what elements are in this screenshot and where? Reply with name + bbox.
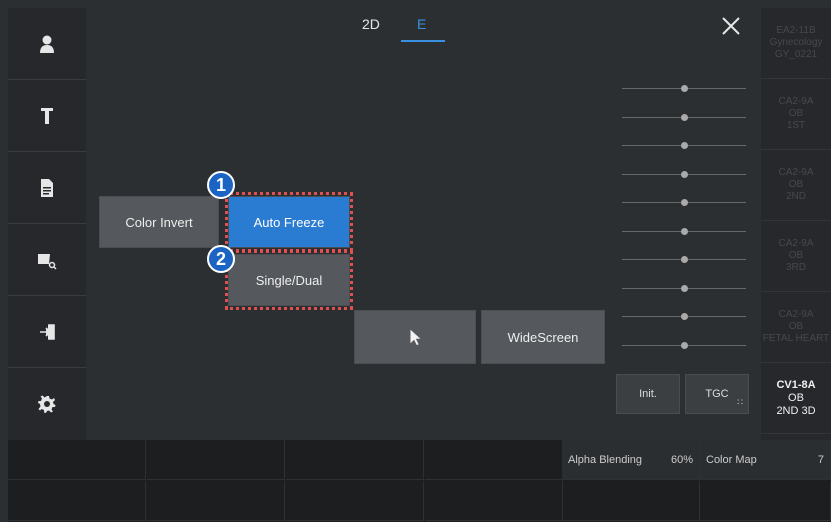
sidebar-image-search-button[interactable] — [8, 224, 86, 296]
preset-line3: 3RD — [785, 262, 806, 273]
preset-line1: CV1-8A — [776, 378, 816, 391]
sidebar-probe-button[interactable] — [8, 80, 86, 152]
tgc-slider-knob[interactable] — [680, 313, 688, 320]
callout-badge-1: 1 — [207, 171, 235, 199]
bottom-bar: Alpha Blending 60% Color Map 7 — [8, 440, 831, 522]
tab-e[interactable]: E — [417, 16, 426, 32]
main-panel: 2D E Color Invert Auto Freeze Single/Dua… — [87, 8, 760, 440]
color-invert-button[interactable]: Color Invert — [99, 196, 219, 248]
tgc-slider-knob[interactable] — [680, 142, 688, 149]
probe-icon — [41, 107, 53, 124]
sidebar-exit-button[interactable] — [8, 296, 86, 368]
preset-line3: GY_0221 — [774, 49, 818, 60]
preset-list: EA2-11B Gynecology GY_0221 CA2-9A OB 1ST CA2-9… — [761, 8, 831, 440]
preset-line3: 2ND 3D — [776, 404, 816, 417]
left-sidebar — [8, 8, 86, 440]
grip-icon: ∷ — [737, 397, 743, 407]
tab-2d[interactable]: 2D — [362, 16, 380, 32]
color-map-label: Color Map — [706, 454, 757, 466]
close-icon — [722, 17, 740, 35]
preset-item[interactable]: CA2-9A OB 1ST — [761, 79, 831, 150]
bottom-cell[interactable] — [147, 481, 285, 521]
bottom-cell[interactable] — [286, 481, 424, 521]
preset-line3: 1ST — [786, 120, 806, 131]
preset-line2: OB — [788, 321, 804, 332]
image-search-icon — [38, 253, 57, 270]
preset-line2: OB — [788, 179, 804, 190]
preset-line1: CA2-9A — [778, 309, 814, 320]
preset-item[interactable]: CA2-9A OB 2ND — [761, 150, 831, 221]
exit-icon — [40, 323, 55, 340]
alpha-blending-value: 60% — [670, 454, 693, 466]
tgc-slider-knob[interactable] — [680, 113, 688, 121]
bottom-cell[interactable] — [286, 440, 424, 480]
bottom-cell[interactable] — [8, 481, 146, 521]
preset-line1: CA2-9A — [778, 96, 814, 107]
color-map-control[interactable]: Color Map 7 — [700, 440, 831, 480]
tgc-button[interactable]: TGC ∷ — [685, 374, 749, 414]
preset-item[interactable]: CA2-9A OB 3RD — [761, 221, 831, 292]
auto-freeze-highlight — [225, 192, 353, 252]
bottom-cell[interactable] — [562, 481, 700, 521]
tgc-slider-knob[interactable] — [680, 199, 688, 206]
tab-active-indicator — [401, 40, 445, 42]
close-button[interactable] — [721, 16, 741, 36]
widescreen-button[interactable]: WideScreen — [481, 310, 605, 364]
tgc-slider-knob[interactable] — [680, 284, 688, 292]
preset-line2: OB — [788, 250, 804, 261]
preset-item[interactable]: CV1-8A OB 2ND 3D — [761, 363, 831, 434]
bottom-cell[interactable] — [700, 481, 831, 521]
bottom-cell[interactable] — [8, 440, 146, 480]
preset-line2: OB — [788, 391, 804, 404]
preset-line3: 2ND — [785, 191, 806, 202]
tgc-slider-knob[interactable] — [680, 256, 688, 263]
tgc-slider-knob[interactable] — [680, 85, 688, 92]
color-map-value: 7 — [817, 454, 824, 466]
bottom-cell[interactable] — [147, 440, 285, 480]
user-icon — [40, 35, 54, 53]
pointer-button[interactable] — [354, 310, 476, 364]
preset-line2: Gynecology — [769, 37, 823, 48]
sidebar-report-button[interactable] — [8, 152, 86, 224]
sidebar-settings-button[interactable] — [8, 368, 86, 439]
preset-item[interactable]: EA2-11B Gynecology GY_0221 — [761, 8, 831, 79]
tgc-label: TGC — [705, 388, 729, 400]
tgc-slider-knob[interactable] — [680, 227, 688, 235]
report-icon — [41, 178, 53, 197]
bottom-cell[interactable] — [425, 481, 563, 521]
single-dual-highlight — [225, 250, 353, 310]
preset-line1: EA2-11B — [776, 25, 816, 36]
alpha-blending-label: Alpha Blending — [568, 454, 643, 466]
preset-line3: FETAL HEART — [762, 333, 830, 344]
tgc-slider-knob[interactable] — [680, 170, 688, 178]
preset-line1: CA2-9A — [778, 167, 814, 178]
settings-icon — [38, 395, 56, 413]
tgc-slider-knob[interactable] — [680, 341, 688, 349]
preset-item[interactable]: CA2-9A OB FETAL HEART — [761, 292, 831, 363]
init-button[interactable]: Init. — [616, 374, 680, 414]
bottom-cell[interactable] — [425, 440, 563, 480]
alpha-blending-control[interactable]: Alpha Blending 60% — [562, 440, 700, 480]
preset-line1: CA2-9A — [778, 238, 814, 249]
callout-badge-2: 2 — [207, 245, 235, 273]
sidebar-patient-button[interactable] — [8, 8, 86, 80]
cursor-icon — [410, 329, 421, 346]
preset-line2: OB — [788, 108, 804, 119]
